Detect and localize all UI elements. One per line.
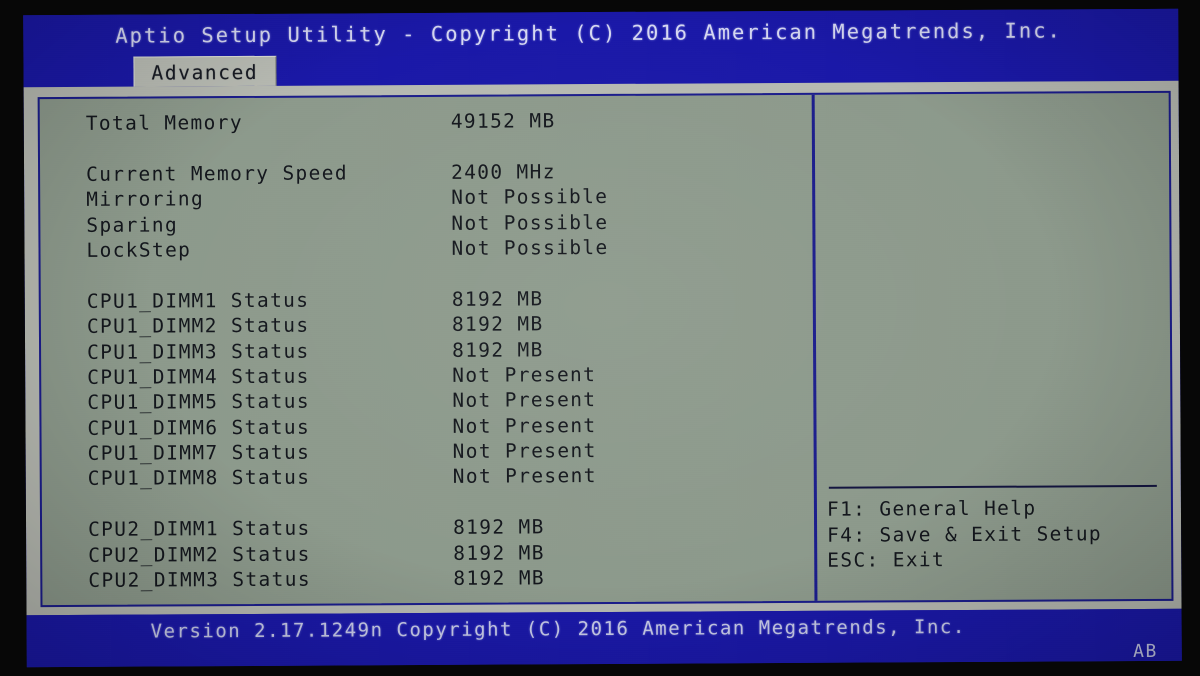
setting-label: Current Memory Speed [86, 161, 348, 186]
setting-value: Not Possible [451, 210, 609, 235]
setting-label: CPU2_DIMM2 Status [88, 542, 311, 567]
setting-label: CPU1_DIMM3 Status [87, 339, 310, 364]
page-title: Aptio Setup Utility - Copyright (C) 2016… [115, 18, 1062, 48]
help-key-row: F1: General Help [826, 496, 1037, 521]
tab-advanced[interactable]: Advanced [133, 55, 277, 87]
setting-value: 8192 MB [451, 287, 544, 311]
setting-row[interactable]: CPU2_DIMM3 Status 8192 MB [42, 564, 814, 594]
setting-label: CPU2_DIMM3 Status [88, 567, 311, 592]
bios-screen: Aptio Setup Utility - Copyright (C) 2016… [23, 8, 1182, 668]
setting-label: CPU1_DIMM8 Status [87, 466, 311, 491]
help-key-row: F4: Save & Exit Setup [827, 521, 1103, 547]
help-key-row: ESC: Exit [827, 548, 946, 572]
setting-label: Mirroring [86, 187, 205, 212]
setting-label: CPU1_DIMM4 Status [87, 364, 310, 389]
setting-value: Not Possible [451, 185, 609, 210]
setting-value: 8192 MB [451, 337, 544, 362]
setting-value: 8192 MB [451, 312, 544, 336]
monitor-photo: Aptio Setup Utility - Copyright (C) 2016… [0, 0, 1200, 676]
setting-value: Not Possible [451, 235, 609, 260]
setting-label: CPU1_DIMM1 Status [86, 288, 310, 313]
setting-value: Not Present [452, 413, 597, 438]
setting-value: Not Present [452, 362, 597, 387]
help-key-list: F1: General Help F4: Save & Exit Setup ESC… [827, 495, 1165, 574]
setting-value: Not Present [452, 439, 597, 463]
setting-label: Total Memory [85, 111, 243, 135]
title-bar: Aptio Setup Utility - Copyright (C) 2016… [23, 8, 1179, 58]
footer-code-text: AB [1133, 640, 1158, 663]
setting-label: Sparing [86, 212, 179, 237]
setting-value: 8192 MB [452, 515, 545, 540]
setting-label: CPU1_DIMM5 Status [87, 389, 310, 415]
setting-value: 49152 MB [450, 109, 556, 133]
setting-value: Not Present [452, 388, 597, 413]
footer-version-text: Version 2.17.1249n Copyright (C) 2016 Am… [150, 615, 966, 643]
setting-value: 8192 MB [453, 540, 545, 565]
setting-label: CPU1_DIMM6 Status [87, 415, 311, 440]
help-separator [828, 484, 1157, 489]
settings-rows: Total Memory 49152 MB Current Memory Speed… [40, 95, 815, 594]
setting-label: CPU1_DIMM7 Status [87, 440, 311, 465]
setting-label: LockStep [86, 238, 192, 262]
setting-value: 2400 MHz [451, 160, 556, 184]
help-pane: F1: General Help F4: Save & Exit Setup ESC… [815, 93, 1172, 601]
footer-bar: Version 2.17.1249n Copyright (C) 2016 Am… [26, 608, 1182, 668]
setting-label: CPU1_DIMM2 Status [86, 313, 310, 339]
settings-list-pane: Total Memory 49152 MB Current Memory Speed… [40, 95, 815, 605]
body-frame: Total Memory 49152 MB Current Memory Speed… [23, 80, 1182, 616]
setting-value: Not Present [452, 464, 597, 489]
setting-label: CPU2_DIMM1 Status [87, 516, 311, 542]
setting-value: 8192 MB [453, 566, 546, 590]
panel-box: Total Memory 49152 MB Current Memory Speed… [37, 90, 1174, 608]
